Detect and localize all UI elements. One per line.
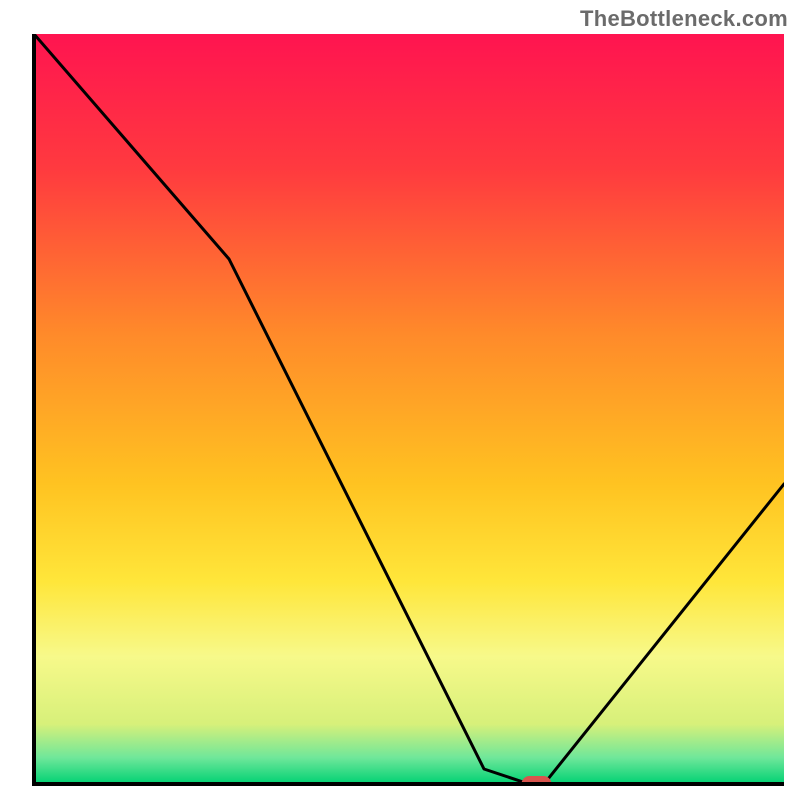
chart-svg [0, 0, 800, 800]
attribution-label: TheBottleneck.com [580, 6, 788, 32]
chart-container: TheBottleneck.com [0, 0, 800, 800]
gradient-background [34, 34, 784, 784]
